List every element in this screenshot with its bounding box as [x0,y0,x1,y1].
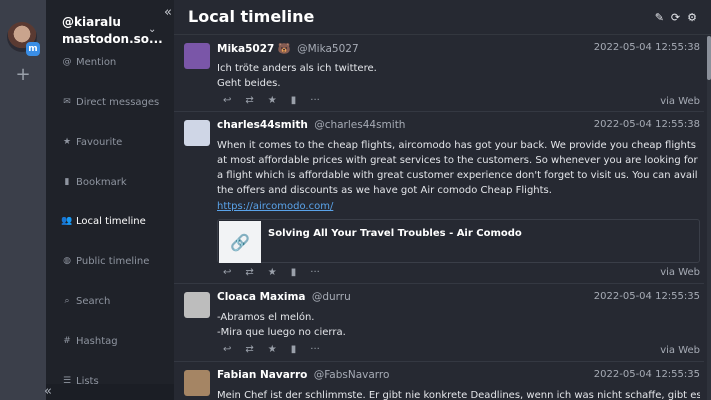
avatar[interactable] [184,370,210,396]
boost-icon[interactable]: ⇄ [245,344,253,355]
reply-icon[interactable]: ↩ [223,95,231,106]
sidebar-item-favourite[interactable]: ★ Favourite [61,133,122,151]
gear-icon[interactable]: ⚙ [687,11,697,24]
bear-emoji: 🐻 [277,43,291,55]
sidebar-item-label: Direct messages [76,96,160,108]
favourite-icon[interactable]: ★ [268,267,277,278]
sidebar-item-label: Mention [76,56,117,68]
bookmark-icon: ▮ [64,177,70,187]
boost-icon[interactable]: ⇄ [245,267,253,278]
double-chevron-left-icon: « [44,384,52,399]
account-name[interactable]: @Mika5027 [297,43,359,55]
sidebar-item-mention[interactable]: @ Mention [61,53,117,71]
sidebar: « @kiaralu mastodon.so... ⌄ @ Mention ✉ … [44,0,174,400]
status-content: -Abramos el melón. -Mira que luego no ci… [217,312,346,338]
sidebar-item-public-timeline[interactable]: ◍ Public timeline [61,252,149,270]
timeline-header: Local timeline ✎ ⟳ ⚙ [174,0,711,35]
favourite-icon[interactable]: ★ [268,344,277,355]
more-icon[interactable]: ··· [310,344,320,355]
mastodon-badge-icon: m [26,42,40,56]
link-icon: 🔗 [219,221,261,263]
via-label: via Web [660,267,700,278]
display-name[interactable]: Fabian Navarro [217,369,307,381]
sidebar-item-local-timeline[interactable]: 👥 Local timeline [61,212,146,230]
sidebar-item-label: Search [76,295,111,307]
envelope-icon: ✉ [63,97,71,107]
collapse-sidebar-button[interactable]: « [44,384,174,400]
status-content: When it comes to the cheap flights, airc… [217,140,698,196]
reply-icon[interactable]: ↩ [223,344,231,355]
scrollbar-thumb[interactable] [707,36,711,80]
chevron-down-icon[interactable]: ⌄ [148,24,156,35]
more-icon[interactable]: ··· [310,267,320,278]
status-time[interactable]: 2022-05-04 12:55:38 [594,119,700,130]
users-icon: 👥 [61,216,73,226]
sidebar-item-label: Favourite [76,136,123,148]
reply-icon[interactable]: ↩ [223,267,231,278]
sidebar-item-label: Bookmark [76,176,127,188]
sidebar-item-label: Public timeline [76,255,150,267]
sidebar-item-hashtag[interactable]: # Hashtag [61,332,118,350]
search-icon: ⌕ [64,296,70,306]
account-name[interactable]: @durru [312,291,351,303]
add-account-icon[interactable]: + [14,66,32,84]
bookmark-icon[interactable]: ▮ [291,267,297,278]
sidebar-item-direct-messages[interactable]: ✉ Direct messages [61,93,159,111]
status-time[interactable]: 2022-05-04 12:55:38 [594,42,700,53]
collapse-left-icon[interactable]: « [164,5,172,20]
account-switcher[interactable]: @kiaralu mastodon.so... [62,14,163,48]
account-name[interactable]: @charles44smith [314,119,405,131]
favourite-icon[interactable]: ★ [268,95,277,106]
status-item[interactable]: Cloaca Maxima @durru 2022-05-04 12:55:35… [174,285,704,362]
avatar[interactable] [184,292,210,318]
page-title: Local timeline [188,7,315,26]
status-time[interactable]: 2022-05-04 12:55:35 [594,291,700,302]
bookmark-icon[interactable]: ▮ [291,344,297,355]
status-content: Ich tröte anders als ich twittere. Geht … [217,63,377,89]
account-rail: m + [0,0,46,400]
bookmark-icon[interactable]: ▮ [291,95,297,106]
at-icon: @ [62,57,72,67]
avatar[interactable] [184,43,210,69]
account-name[interactable]: @FabsNavarro [314,369,390,381]
account-handle: @kiaralu [62,15,121,29]
display-name[interactable]: Mika5027 [217,43,274,55]
more-icon[interactable]: ··· [310,95,320,106]
status-item[interactable]: Fabian Navarro @FabsNavarro 2022-05-04 1… [174,363,704,400]
sidebar-item-bookmark[interactable]: ▮ Bookmark [61,173,127,191]
via-label: via Web [660,96,700,107]
display-name[interactable]: charles44smith [217,119,308,131]
display-name[interactable]: Cloaca Maxima [217,291,306,303]
compose-icon[interactable]: ✎ [655,11,664,24]
sidebar-item-label: Local timeline [76,215,146,227]
status-link[interactable]: https://aircomodo.com/ [217,201,333,212]
avatar[interactable] [184,120,210,146]
timeline-column: Local timeline ✎ ⟳ ⚙ Mika5027 🐻 @Mika502… [174,0,711,400]
via-label: via Web [660,345,700,356]
status-item[interactable]: charles44smith @charles44smith 2022-05-0… [174,113,704,284]
card-title: Solving All Your Travel Troubles - Air C… [268,228,522,239]
hashtag-icon: # [63,336,71,346]
sidebar-item-search[interactable]: ⌕ Search [61,292,110,310]
reload-icon[interactable]: ⟳ [671,11,680,24]
boost-icon[interactable]: ⇄ [245,95,253,106]
status-item[interactable]: Mika5027 🐻 @Mika5027 2022-05-04 12:55:38… [174,36,704,112]
account-server: mastodon.so... [62,32,163,46]
status-time[interactable]: 2022-05-04 12:55:35 [594,369,700,380]
link-card[interactable]: 🔗 Solving All Your Travel Troubles - Air… [217,219,700,263]
star-icon: ★ [62,137,72,147]
status-content: Mein Chef ist der schlimmste. Er gibt ni… [217,390,700,400]
globe-icon: ◍ [63,256,71,266]
sidebar-item-label: Hashtag [76,335,118,347]
timeline-scrollbar[interactable] [707,36,711,400]
